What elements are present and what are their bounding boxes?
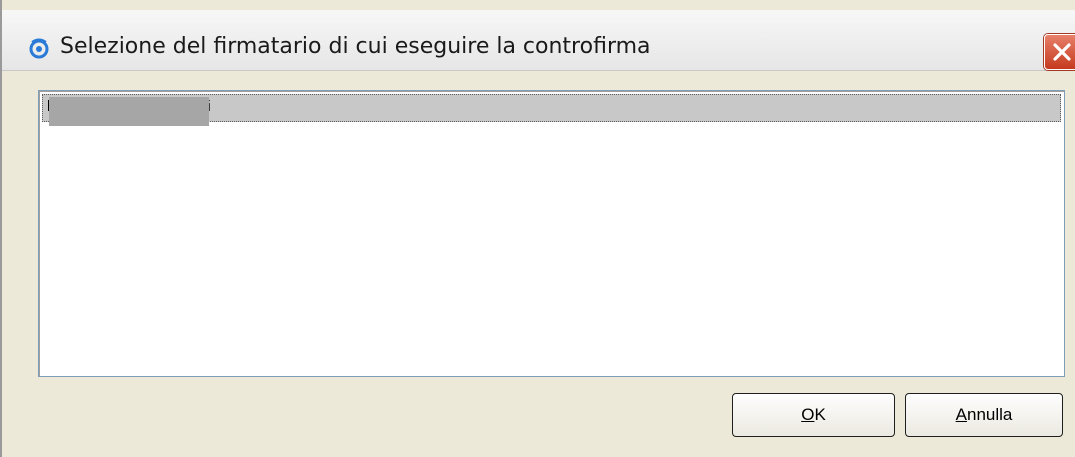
title-bar[interactable]: Selezione del firmatario di cui eseguire… xyxy=(2,10,1075,71)
close-icon xyxy=(1053,43,1071,61)
cancel-mnemonic: A xyxy=(955,405,967,424)
ok-mnemonic: O xyxy=(801,405,815,424)
cancel-button[interactable]: Annulla xyxy=(905,393,1063,437)
ok-label: K xyxy=(814,405,826,424)
list-item[interactable]: li xyxy=(42,94,1061,126)
ok-button[interactable]: OK xyxy=(732,393,895,437)
redaction-block xyxy=(49,97,209,126)
signers-list[interactable]: li xyxy=(38,90,1065,377)
eye-logo-icon xyxy=(28,37,50,59)
dialog-title: Selezione del firmatario di cui eseguire… xyxy=(60,34,651,59)
close-button[interactable] xyxy=(1044,34,1075,70)
dialog-window: Selezione del firmatario di cui eseguire… xyxy=(0,0,1075,457)
cancel-label: nnulla xyxy=(966,405,1013,424)
